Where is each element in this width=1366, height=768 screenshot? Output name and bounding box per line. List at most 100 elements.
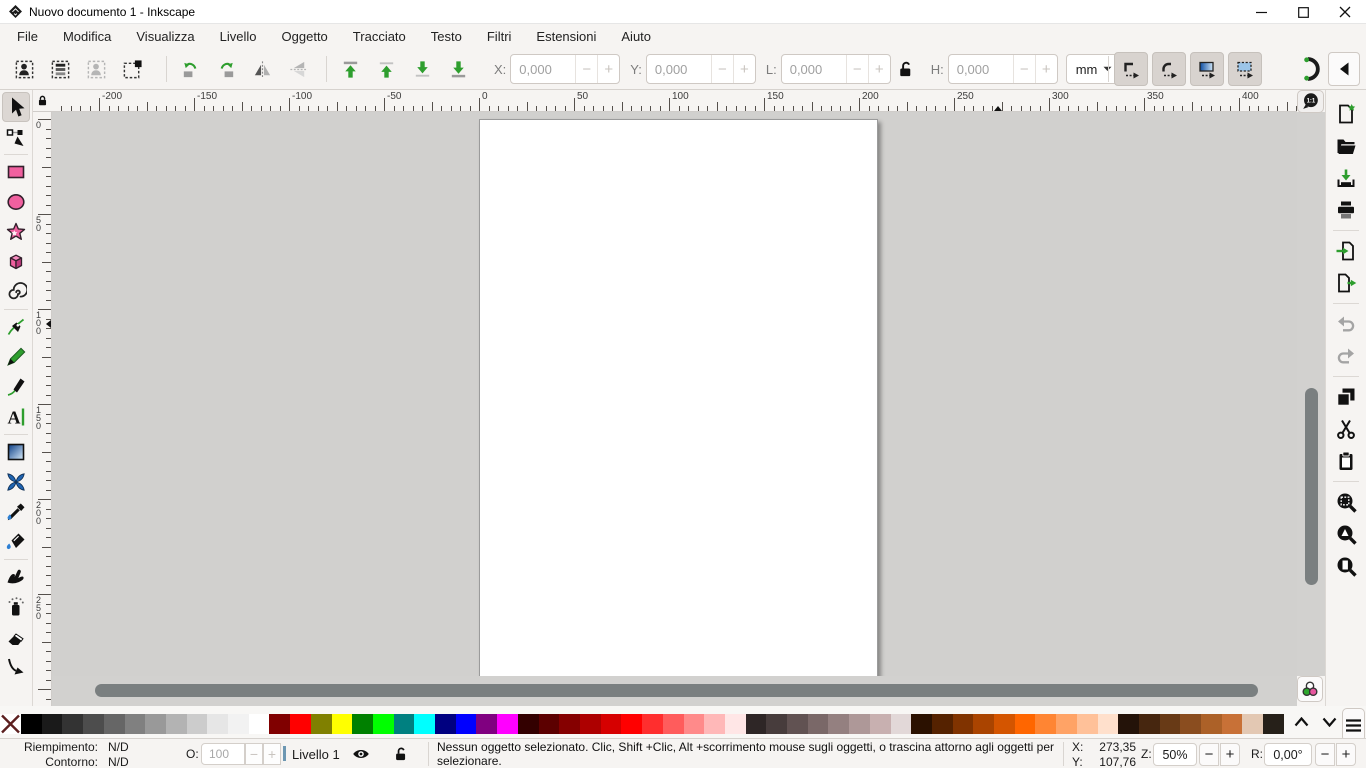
- color-swatch[interactable]: [870, 714, 891, 734]
- color-swatch[interactable]: [1056, 714, 1077, 734]
- pen-tool-button[interactable]: [2, 312, 30, 342]
- color-swatch[interactable]: [476, 714, 497, 734]
- color-swatch[interactable]: [580, 714, 601, 734]
- color-swatch[interactable]: [83, 714, 104, 734]
- color-swatch[interactable]: [1118, 714, 1139, 734]
- lower-button[interactable]: [409, 56, 435, 82]
- color-swatch[interactable]: [725, 714, 746, 734]
- color-swatch[interactable]: [166, 714, 187, 734]
- menu-file[interactable]: File: [8, 26, 47, 47]
- paste-button[interactable]: [1331, 445, 1361, 477]
- menu-visualizza[interactable]: Visualizza: [127, 26, 203, 47]
- color-swatch[interactable]: [42, 714, 63, 734]
- color-swatch[interactable]: [808, 714, 829, 734]
- opacity-decrement-button[interactable]: −: [245, 743, 263, 765]
- color-swatch[interactable]: [1160, 714, 1181, 734]
- color-swatch[interactable]: [994, 714, 1015, 734]
- scale-corners-button[interactable]: [1152, 52, 1186, 86]
- opacity-increment-button[interactable]: +: [263, 743, 281, 765]
- palette-scroll-up-button[interactable]: [1290, 712, 1312, 732]
- color-swatch[interactable]: [1139, 714, 1160, 734]
- menu-aiuto[interactable]: Aiuto: [612, 26, 660, 47]
- palette-scroll-down-button[interactable]: [1318, 712, 1340, 732]
- color-swatch[interactable]: [249, 714, 270, 734]
- raise-to-top-button[interactable]: [337, 56, 363, 82]
- zoom-1-1-button[interactable]: 1:1: [1297, 90, 1324, 113]
- maximize-button[interactable]: [1282, 0, 1324, 24]
- connector-tool-button[interactable]: [2, 652, 30, 682]
- color-swatch[interactable]: [1098, 714, 1119, 734]
- color-swatch[interactable]: [207, 714, 228, 734]
- color-swatch[interactable]: [269, 714, 290, 734]
- color-swatch[interactable]: [1263, 714, 1284, 734]
- color-swatch[interactable]: [787, 714, 808, 734]
- rotation-decrement-button[interactable]: −: [1315, 743, 1335, 766]
- vertical-scrollbar-thumb[interactable]: [1305, 388, 1318, 585]
- color-swatch[interactable]: [539, 714, 560, 734]
- tweak-tool-button[interactable]: [2, 562, 30, 592]
- color-swatch[interactable]: [145, 714, 166, 734]
- x-increment-button[interactable]: +: [597, 55, 619, 83]
- print-button[interactable]: [1331, 194, 1361, 226]
- color-swatch[interactable]: [953, 714, 974, 734]
- text-tool-button[interactable]: A: [2, 402, 30, 432]
- canvas[interactable]: [52, 112, 1297, 676]
- calligraphy-tool-button[interactable]: [2, 372, 30, 402]
- vertical-scrollbar[interactable]: [1297, 112, 1325, 676]
- color-swatch[interactable]: [891, 714, 912, 734]
- height-decrement-button[interactable]: −: [1013, 55, 1035, 83]
- height-increment-button[interactable]: +: [1035, 55, 1057, 83]
- minimize-button[interactable]: [1240, 0, 1282, 24]
- color-swatch[interactable]: [228, 714, 249, 734]
- y-input[interactable]: 0,000−+: [646, 54, 756, 84]
- color-swatch[interactable]: [187, 714, 208, 734]
- x-input[interactable]: 0,000−+: [510, 54, 620, 84]
- select-all-button[interactable]: [11, 56, 37, 82]
- height-input[interactable]: 0,000−+: [948, 54, 1058, 84]
- spray-tool-button[interactable]: [2, 592, 30, 622]
- rotation-increment-button[interactable]: +: [1336, 743, 1356, 766]
- import-button[interactable]: [1331, 235, 1361, 267]
- guide-lock-button[interactable]: [33, 90, 52, 112]
- color-swatch[interactable]: [332, 714, 353, 734]
- layer-lock-icon[interactable]: [392, 745, 410, 763]
- color-swatch[interactable]: [456, 714, 477, 734]
- raise-button[interactable]: [373, 56, 399, 82]
- select-all-layers-button[interactable]: [47, 56, 73, 82]
- color-swatch[interactable]: [766, 714, 787, 734]
- color-swatch[interactable]: [1222, 714, 1243, 734]
- horizontal-scrollbar[interactable]: [52, 676, 1297, 706]
- new-document-button[interactable]: [1331, 98, 1361, 130]
- color-swatch[interactable]: [828, 714, 849, 734]
- zoom-drawing-button[interactable]: [1331, 518, 1361, 550]
- duplicate-button[interactable]: [1331, 381, 1361, 413]
- y-increment-button[interactable]: +: [733, 55, 755, 83]
- color-swatch[interactable]: [125, 714, 146, 734]
- color-swatch[interactable]: [1242, 714, 1263, 734]
- zoom-page-button[interactable]: [1331, 550, 1361, 582]
- selection-frame-button[interactable]: [119, 56, 145, 82]
- menu-estensioni[interactable]: Estensioni: [527, 26, 605, 47]
- horizontal-ruler[interactable]: -200-150-100-50050100150200250300350400: [52, 90, 1297, 112]
- ellipse-tool-button[interactable]: [2, 187, 30, 217]
- lower-to-bottom-button[interactable]: [445, 56, 471, 82]
- stroke-value[interactable]: N/D: [108, 755, 129, 768]
- rect-tool-button[interactable]: [2, 157, 30, 187]
- color-swatch[interactable]: [601, 714, 622, 734]
- color-swatch[interactable]: [704, 714, 725, 734]
- move-gradients-button[interactable]: [1190, 52, 1224, 86]
- color-swatch[interactable]: [559, 714, 580, 734]
- palette-menu-button[interactable]: [1342, 708, 1365, 742]
- color-swatch[interactable]: [663, 714, 684, 734]
- node-tool-button[interactable]: [2, 122, 30, 152]
- horizontal-scrollbar-thumb[interactable]: [95, 684, 1258, 697]
- color-swatch[interactable]: [62, 714, 83, 734]
- menu-livello[interactable]: Livello: [211, 26, 266, 47]
- export-button[interactable]: [1331, 267, 1361, 299]
- color-swatch[interactable]: [518, 714, 539, 734]
- snap-bar-collapse-button[interactable]: [1328, 52, 1360, 86]
- zoom-increment-button[interactable]: +: [1220, 743, 1240, 766]
- eraser-tool-button[interactable]: [2, 622, 30, 652]
- layer-name[interactable]: Livello 1: [292, 747, 340, 762]
- color-swatch[interactable]: [932, 714, 953, 734]
